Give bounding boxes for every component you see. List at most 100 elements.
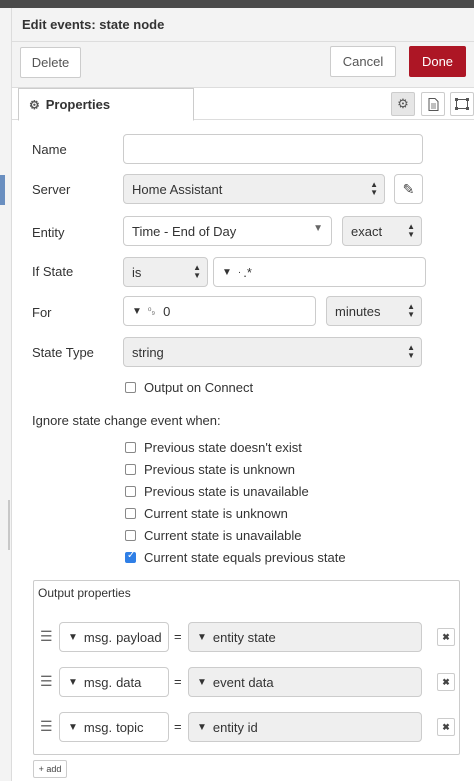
- name-label: Name: [32, 142, 67, 157]
- output-value: entity state: [212, 629, 276, 645]
- type-dropdown-icon[interactable]: ▼: [132, 306, 142, 317]
- appearance-tab-button[interactable]: [450, 92, 474, 116]
- regex-icon: ·: [237, 266, 242, 278]
- select-arrows-icon: ▲ ▼: [407, 302, 415, 319]
- ignore-heading: Ignore state change event when:: [32, 413, 221, 428]
- output-value-input[interactable]: ▼ event data: [188, 667, 422, 697]
- property-prefix: msg.: [83, 674, 113, 690]
- if-state-value-input[interactable]: ▼ · .*: [213, 257, 426, 287]
- ignore-option[interactable]: Previous state is unavailable: [125, 484, 309, 499]
- entity-label: Entity: [32, 225, 65, 240]
- workspace-edge: [0, 8, 12, 781]
- select-arrows-icon: ▲ ▼: [407, 343, 415, 360]
- ignore-option-label: Previous state is unavailable: [144, 484, 309, 499]
- remove-row-button[interactable]: ✖: [437, 673, 455, 691]
- workspace-node-edge: [0, 175, 5, 205]
- type-dropdown-icon[interactable]: ▼: [222, 267, 232, 278]
- for-label: For: [32, 305, 52, 320]
- property-name: topic: [116, 719, 144, 735]
- dropdown-arrow-icon: ▼: [313, 223, 323, 234]
- type-dropdown-icon[interactable]: ▼: [68, 632, 78, 643]
- output-properties-title: Output properties: [38, 586, 131, 600]
- checkbox-box[interactable]: [125, 486, 136, 497]
- cancel-button[interactable]: Cancel: [330, 46, 396, 77]
- output-value: event data: [212, 674, 274, 690]
- drag-handle-icon[interactable]: ☰: [40, 673, 53, 690]
- equals-sign: =: [174, 719, 182, 734]
- output-property-input[interactable]: ▼ msg. topic: [59, 712, 169, 742]
- if-state-value: .*: [243, 264, 252, 280]
- done-button[interactable]: Done: [409, 46, 466, 77]
- close-icon: ✖: [442, 721, 450, 732]
- output-property-row: ☰ ▼ msg. topic = ▼ entity id ✖: [34, 706, 459, 751]
- select-arrows-icon: ▲ ▼: [370, 180, 378, 197]
- type-dropdown-icon[interactable]: ▼: [68, 722, 78, 733]
- gear-icon: ⚙: [397, 96, 409, 111]
- drag-handle-icon[interactable]: ☰: [40, 628, 53, 645]
- entity-match-select[interactable]: exact ▲ ▼: [342, 216, 422, 246]
- tray-header: Edit events: state node: [12, 8, 474, 42]
- output-value: entity id: [212, 719, 258, 735]
- ignore-option[interactable]: Previous state doesn't exist: [125, 440, 302, 455]
- pencil-icon: ✎: [402, 180, 415, 197]
- remove-row-button[interactable]: ✖: [437, 718, 455, 736]
- ignore-option[interactable]: Current state is unknown: [125, 506, 288, 521]
- edit-server-button[interactable]: ✎: [394, 174, 423, 204]
- if-state-label: If State: [32, 264, 74, 279]
- ignore-option-label: Previous state is unknown: [144, 462, 296, 477]
- checkbox-box-checked[interactable]: [125, 550, 136, 563]
- drag-handle-icon[interactable]: ☰: [40, 718, 53, 735]
- description-tab-button[interactable]: [421, 92, 445, 116]
- property-name: data: [116, 674, 142, 690]
- server-select[interactable]: Home Assistant ▲ ▼: [123, 174, 385, 204]
- server-label: Server: [32, 182, 71, 197]
- entity-match-value: exact: [351, 223, 383, 239]
- state-type-label: State Type: [32, 345, 94, 360]
- entity-input[interactable]: Time - End of Day ▼: [123, 216, 332, 246]
- settings-tab-button[interactable]: ⚙: [391, 92, 415, 116]
- type-dropdown-icon[interactable]: ▼: [197, 677, 207, 688]
- output-property-row: ☰ ▼ msg. payload = ▼ entity state ✖: [34, 616, 459, 661]
- output-value-input[interactable]: ▼ entity state: [188, 622, 422, 652]
- output-on-connect-label: Output on Connect: [144, 380, 254, 395]
- output-property-row: ☰ ▼ msg. data = ▼ event data ✖: [34, 661, 459, 706]
- checkbox-box[interactable]: [125, 530, 136, 541]
- checkbox-box[interactable]: [125, 508, 136, 519]
- state-type-select[interactable]: string ▲ ▼: [123, 337, 422, 367]
- ignore-option[interactable]: Current state equals previous state: [125, 550, 346, 565]
- type-dropdown-icon[interactable]: ▼: [197, 632, 207, 643]
- ignore-option[interactable]: Previous state is unknown: [125, 462, 295, 477]
- delete-button[interactable]: Delete: [20, 47, 81, 78]
- close-icon: ✖: [442, 676, 450, 687]
- workspace-scrollbar[interactable]: [8, 500, 10, 550]
- add-output-property-button[interactable]: + add: [33, 760, 67, 778]
- remove-row-button[interactable]: ✖: [437, 628, 455, 646]
- for-unit-select[interactable]: minutes ▲ ▼: [326, 296, 422, 326]
- checkbox-box[interactable]: [125, 442, 136, 453]
- output-property-input[interactable]: ▼ msg. payload: [59, 622, 169, 652]
- output-on-connect-checkbox[interactable]: Output on Connect: [125, 380, 253, 395]
- ignore-option-label: Current state equals previous state: [144, 550, 346, 565]
- output-value-input[interactable]: ▼ entity id: [188, 712, 422, 742]
- checkbox-box[interactable]: [125, 464, 136, 475]
- select-arrows-icon: ▲ ▼: [407, 222, 415, 239]
- select-arrows-icon: ▲ ▼: [193, 263, 201, 280]
- state-type-value: string: [132, 344, 164, 360]
- if-state-operator-select[interactable]: is ▲ ▼: [123, 257, 208, 287]
- tab-properties-label: Properties: [45, 97, 111, 112]
- type-dropdown-icon[interactable]: ▼: [197, 722, 207, 733]
- output-property-input[interactable]: ▼ msg. data: [59, 667, 169, 697]
- name-input[interactable]: [123, 134, 423, 164]
- tab-bar: ⚙ Properties ⚙: [12, 88, 474, 121]
- ignore-option[interactable]: Current state is unavailable: [125, 528, 302, 543]
- window-top-bar: [0, 0, 474, 8]
- ignore-option-label: Current state is unavailable: [144, 528, 302, 543]
- type-dropdown-icon[interactable]: ▼: [68, 677, 78, 688]
- document-icon: [428, 97, 438, 111]
- equals-sign: =: [174, 629, 182, 644]
- if-state-operator-value: is: [132, 264, 142, 280]
- tab-properties[interactable]: ⚙ Properties: [18, 88, 194, 121]
- checkbox-box[interactable]: [125, 382, 136, 393]
- frame-icon: [455, 98, 469, 110]
- for-value-input[interactable]: ▼ ⁰₉ 0: [123, 296, 316, 326]
